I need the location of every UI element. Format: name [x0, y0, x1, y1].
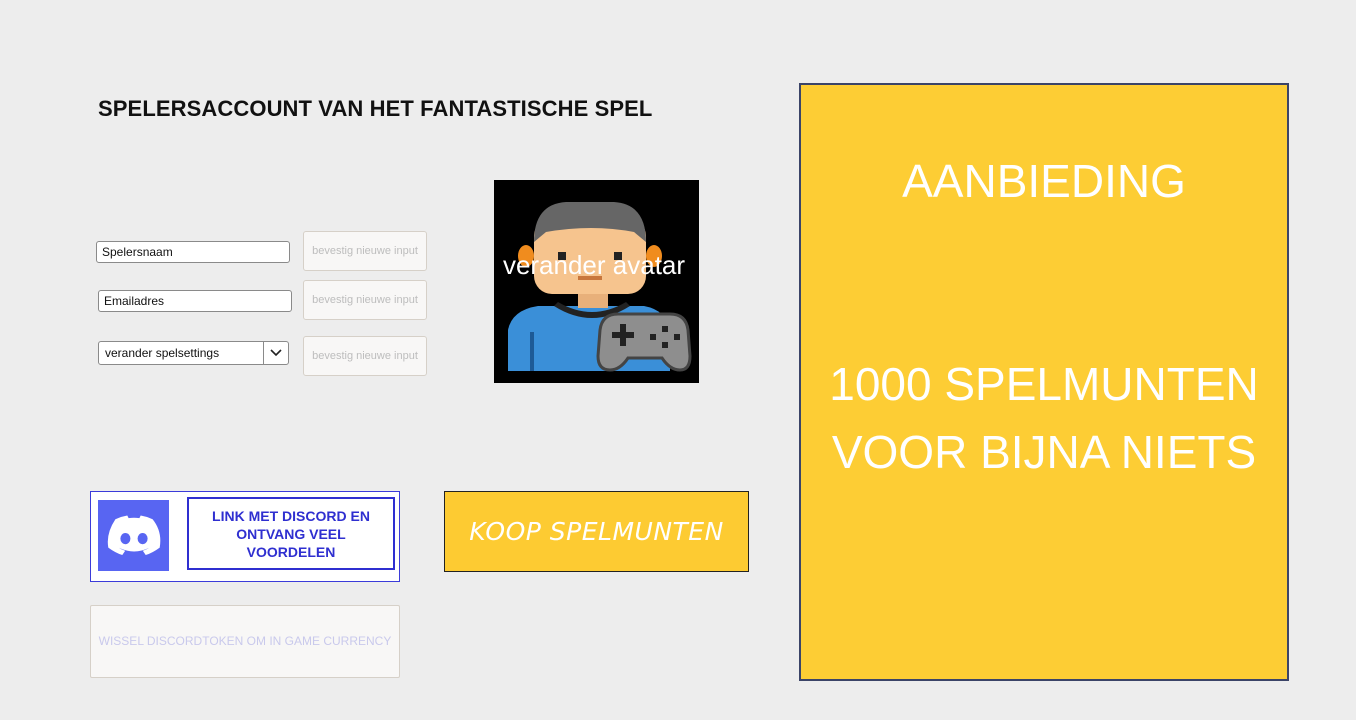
offer-description: 1000 SPELMUNTEN VOOR BIJNA NIETS: [829, 358, 1259, 478]
page-title: SPELERSACCOUNT VAN HET FANTASTISCHE SPEL: [98, 96, 653, 121]
player-name-input[interactable]: [96, 241, 290, 263]
game-controller-icon: [599, 310, 691, 372]
discord-logo-icon: [98, 500, 169, 571]
game-settings-select[interactable]: verander spelsettings: [98, 341, 289, 365]
exchange-discord-token-button[interactable]: WISSEL DISCORDTOKEN OM IN GAME CURRENCY: [90, 605, 400, 678]
game-settings-selected-value: verander spelsettings: [105, 346, 220, 360]
link-discord-button[interactable]: LINK MET DISCORD EN ONTVANG VEEL VOORDEL…: [187, 497, 395, 570]
change-avatar-button[interactable]: verander avatar: [494, 180, 699, 383]
discord-link-panel: LINK MET DISCORD EN ONTVANG VEEL VOORDEL…: [90, 491, 400, 582]
confirm-player-name-button[interactable]: bevestig nieuwe input: [303, 231, 427, 271]
email-input[interactable]: [98, 290, 292, 312]
buy-coins-button[interactable]: KOOP SPELMUNTEN: [444, 491, 749, 572]
offer-banner[interactable]: AANBIEDING 1000 SPELMUNTEN VOOR BIJNA NI…: [799, 83, 1289, 681]
offer-title: AANBIEDING: [902, 155, 1186, 207]
confirm-settings-button[interactable]: bevestig nieuwe input: [303, 336, 427, 376]
confirm-email-button[interactable]: bevestig nieuwe input: [303, 280, 427, 320]
chevron-down-icon: [263, 342, 288, 364]
